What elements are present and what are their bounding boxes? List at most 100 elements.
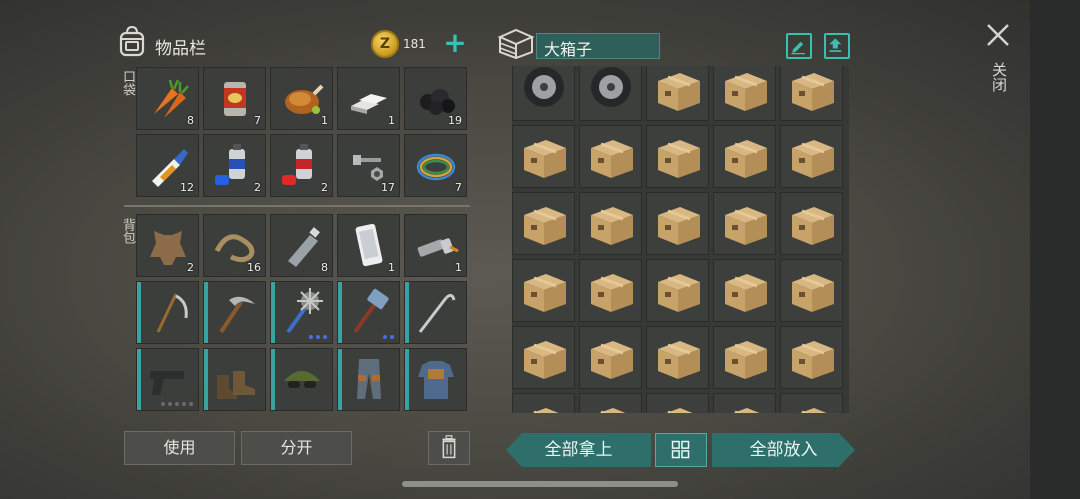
item-quantity: 16 (247, 261, 261, 274)
backpack-slot[interactable] (270, 348, 333, 411)
pocket-slot[interactable]: 7 (203, 67, 266, 130)
backpack-slot[interactable] (404, 281, 467, 344)
box-storage-slot[interactable] (646, 66, 709, 121)
pockets-label: 口袋 (120, 70, 135, 96)
close-label[interactable]: 关闭 (988, 62, 1008, 92)
box-storage-slot[interactable] (579, 192, 642, 255)
item-quantity: 8 (187, 114, 194, 127)
box-storage-slot[interactable] (780, 66, 843, 121)
box-storage-slot[interactable] (579, 66, 642, 121)
spiked-mace-icon (286, 288, 323, 334)
box-storage-slot[interactable] (512, 326, 575, 389)
box-storage-slot[interactable] (512, 66, 575, 121)
close-icon[interactable] (985, 22, 1011, 48)
sunglasses-cap-icon (284, 371, 320, 388)
wire-coil-icon (416, 153, 456, 181)
rename-button[interactable] (786, 33, 812, 59)
box-storage-slot[interactable] (646, 125, 709, 188)
box-storage-slot[interactable] (512, 125, 575, 188)
put-all-button[interactable]: 全部放入 (712, 433, 855, 467)
cardboard-box-icon (524, 341, 566, 379)
backpack-slot[interactable]: 8 (270, 214, 333, 277)
pocket-slot[interactable]: 7 (404, 134, 467, 197)
coin-icon: Z (371, 30, 399, 58)
box-name-field[interactable]: 大箱子 (536, 33, 660, 59)
cardboard-box-icon (524, 140, 566, 178)
box-storage-slot[interactable] (512, 259, 575, 322)
backpack-slot[interactable] (337, 281, 400, 344)
use-button[interactable]: 使用 (124, 431, 235, 465)
backpack-slot[interactable]: 2 (136, 214, 199, 277)
box-storage-grid (512, 66, 849, 413)
sort-grid-button[interactable] (655, 433, 707, 467)
pocket-slot[interactable]: 12 (136, 134, 199, 197)
item-quantity: 2 (321, 181, 328, 194)
crowbar-hook-icon (418, 293, 456, 333)
cardboard-box-icon (591, 274, 633, 312)
box-storage-slot[interactable] (780, 326, 843, 389)
box-storage-slot[interactable] (646, 192, 709, 255)
box-storage-slot[interactable] (713, 393, 776, 413)
durability-bar (204, 349, 208, 410)
backpack-slot[interactable] (270, 281, 333, 344)
backpack-slot[interactable]: 1 (404, 214, 467, 277)
pocket-slot[interactable]: 19 (404, 67, 467, 130)
grid-icon (671, 440, 690, 459)
durability-bar (137, 282, 141, 343)
box-storage-slot[interactable] (780, 125, 843, 188)
pocket-slot[interactable]: 1 (337, 67, 400, 130)
cardboard-box-icon (591, 140, 633, 178)
flashlight-icon (417, 238, 459, 257)
cardboard-box-icon (792, 274, 834, 312)
box-storage-slot[interactable] (646, 326, 709, 389)
box-storage-slot[interactable] (512, 192, 575, 255)
box-storage-slot[interactable] (512, 393, 575, 413)
box-storage-slot[interactable] (713, 192, 776, 255)
durability-bar (405, 349, 409, 410)
box-storage-slot[interactable] (780, 192, 843, 255)
cardboard-box-icon (591, 207, 633, 245)
split-button[interactable]: 分开 (241, 431, 352, 465)
box-storage-slot[interactable] (713, 259, 776, 322)
backpack-slot[interactable]: 16 (203, 214, 266, 277)
box-storage-slot[interactable] (713, 125, 776, 188)
add-coins-button[interactable]: + (443, 29, 467, 57)
item-quantity: 7 (455, 181, 462, 194)
durability-bar (338, 349, 342, 410)
box-storage-slot[interactable] (646, 259, 709, 322)
backpack-slot[interactable] (136, 348, 199, 411)
backpack-slot[interactable] (337, 348, 400, 411)
box-storage-slot[interactable] (646, 393, 709, 413)
cardboard-box-icon (524, 207, 566, 245)
backpack-slot[interactable] (404, 348, 467, 411)
box-storage-slot[interactable] (780, 393, 843, 413)
box-storage-slot[interactable] (579, 125, 642, 188)
item-quantity: 1 (455, 261, 462, 274)
backpack-slot[interactable] (203, 348, 266, 411)
pocket-slot[interactable]: 17 (337, 134, 400, 197)
cardboard-box-icon (658, 140, 700, 178)
pocket-slot[interactable]: 8 (136, 67, 199, 130)
box-storage-slot[interactable] (713, 326, 776, 389)
pocket-slot[interactable]: 1 (270, 67, 333, 130)
box-storage-slot[interactable] (579, 393, 642, 413)
item-quantity: 19 (448, 114, 462, 127)
smartphone-icon (355, 223, 383, 267)
discard-button[interactable] (428, 431, 470, 465)
pickaxe-icon (219, 296, 255, 334)
backpack-slot[interactable] (203, 281, 266, 344)
box-storage-slot[interactable] (579, 259, 642, 322)
inventory-title: 物品栏 (155, 39, 206, 59)
box-storage-slot[interactable] (780, 259, 843, 322)
pocket-slot[interactable]: 2 (270, 134, 333, 197)
take-all-button[interactable]: 全部拿上 (506, 433, 651, 467)
sledgehammer-icon (353, 288, 389, 334)
upload-button[interactable] (824, 33, 850, 59)
pocket-slot[interactable]: 2 (203, 134, 266, 197)
backpack-slot[interactable]: 1 (337, 214, 400, 277)
item-quantity: 2 (187, 261, 194, 274)
box-storage-slot[interactable] (713, 66, 776, 121)
backpack-slot[interactable] (136, 281, 199, 344)
section-divider (124, 205, 470, 207)
box-storage-slot[interactable] (579, 326, 642, 389)
